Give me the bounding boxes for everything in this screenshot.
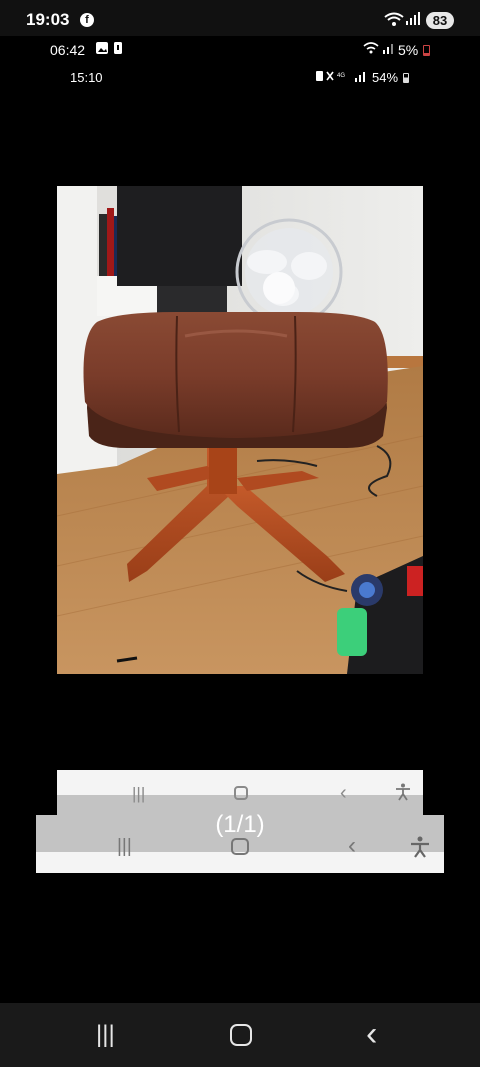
gallery-icon xyxy=(96,42,124,57)
nested-accessibility-icon xyxy=(395,783,411,806)
facebook-icon: f xyxy=(80,13,94,27)
nested-recents-icon-2: ||| xyxy=(117,836,132,857)
nested-back-icon-2: ‹ xyxy=(348,832,356,859)
wifi-icon xyxy=(384,12,404,29)
nested-nav-bar-bottom xyxy=(36,852,444,873)
nested-status-icons-2: 4G xyxy=(315,70,367,85)
nested-status-time-2: 15:10 xyxy=(70,70,103,85)
battery-level: 83 xyxy=(426,12,454,29)
back-button[interactable]: ‹ xyxy=(366,1015,377,1054)
photo-counter: (1/1) xyxy=(215,811,265,838)
nested-wifi-icon xyxy=(363,42,395,57)
listing-photo[interactable] xyxy=(57,186,423,674)
nested-status-time: 06:42 xyxy=(50,42,86,58)
svg-text:4G: 4G xyxy=(337,73,345,79)
status-time: 19:03 xyxy=(26,10,70,29)
home-button[interactable] xyxy=(230,1024,252,1046)
nested-back-icon: ‹ xyxy=(340,782,347,804)
signal-icon xyxy=(406,11,420,28)
system-nav-bar: ||| ‹ xyxy=(0,1003,480,1067)
nested-home-icon-2 xyxy=(231,838,249,855)
recents-button[interactable]: ||| xyxy=(96,1021,115,1049)
nested-recents-icon: ||| xyxy=(132,784,146,803)
nested-accessibility-icon-2 xyxy=(410,836,430,863)
status-bar: 19:03 f 83 xyxy=(0,0,480,36)
battery-icon xyxy=(403,73,409,83)
nested-home-icon xyxy=(234,786,248,800)
nested-battery-text-2: 54% xyxy=(372,70,399,85)
low-battery-icon xyxy=(423,45,430,56)
nested-battery-text: 5% xyxy=(398,42,419,58)
